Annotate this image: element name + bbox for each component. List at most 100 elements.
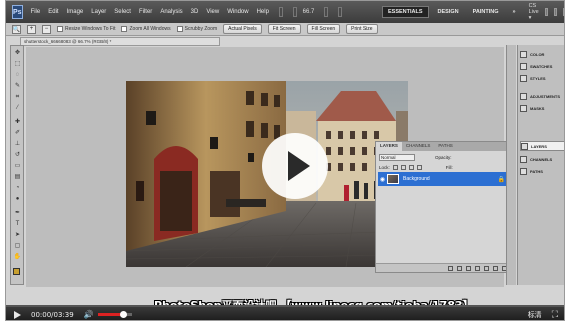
lasso-tool-icon[interactable]: ◌ xyxy=(13,71,22,79)
path-select-tool-icon[interactable]: ➤ xyxy=(13,231,22,239)
brush-tool-icon[interactable]: ✐ xyxy=(13,129,22,137)
healing-brush-tool-icon[interactable]: ✚ xyxy=(13,118,22,126)
blend-row: Normal Opacity: xyxy=(379,153,508,162)
mini-bridge-button[interactable] xyxy=(292,7,297,17)
workspace-design[interactable]: DESIGN xyxy=(433,7,464,17)
dock-item-styles[interactable]: STYLES xyxy=(520,73,564,83)
shape-tool-icon[interactable]: ▢ xyxy=(13,242,22,250)
dodge-tool-icon[interactable]: ● xyxy=(13,195,22,203)
blend-mode-select[interactable]: Normal xyxy=(379,154,415,161)
dock-item-masks[interactable]: MASKS xyxy=(520,103,564,113)
crop-tool-icon[interactable]: ⌗ xyxy=(13,93,22,101)
resize-windows-checkbox[interactable] xyxy=(57,26,63,32)
fullscreen-icon[interactable]: ⛶ xyxy=(552,309,558,320)
volume-slider[interactable] xyxy=(97,311,132,318)
dock-label: STYLES xyxy=(530,75,546,81)
fill-screen-button[interactable]: Fill Screen xyxy=(306,24,341,34)
lock-all-icon[interactable] xyxy=(416,164,422,170)
menu-3d[interactable]: 3D xyxy=(191,9,199,15)
tab-paths[interactable]: PATHS xyxy=(434,142,456,151)
minimize-button[interactable] xyxy=(544,8,548,16)
actual-pixels-button[interactable]: Actual Pixels xyxy=(223,24,262,34)
menu-image[interactable]: Image xyxy=(67,9,84,15)
styles-icon xyxy=(520,74,527,82)
bridge-button[interactable] xyxy=(278,7,283,17)
adjustment-layer-icon[interactable] xyxy=(475,265,480,271)
video-play-button[interactable] xyxy=(262,133,328,199)
play-icon xyxy=(288,151,310,181)
workspace-painting[interactable]: PAINTING xyxy=(468,7,504,17)
move-tool-icon[interactable]: ✥ xyxy=(13,49,22,57)
zoom-all-windows-checkbox[interactable] xyxy=(121,26,128,32)
maximize-button[interactable] xyxy=(553,8,557,16)
screen-mode-button[interactable] xyxy=(338,7,342,17)
close-button[interactable] xyxy=(562,8,564,16)
print-size-button[interactable]: Print Size xyxy=(346,24,378,34)
volume-knob[interactable] xyxy=(119,311,127,318)
volume-icon[interactable]: 🔊 xyxy=(84,310,94,319)
menu-layer[interactable]: Layer xyxy=(91,9,106,15)
dock-label: MASKS xyxy=(530,105,545,111)
visibility-eye-icon[interactable]: ◉ xyxy=(378,176,387,183)
dock-item-channels[interactable]: CHANNELS xyxy=(520,154,564,164)
lock-position-icon[interactable] xyxy=(408,164,414,170)
play-button[interactable] xyxy=(14,310,21,319)
layer-mask-icon[interactable] xyxy=(466,265,471,271)
menu-help[interactable]: Help xyxy=(257,9,269,15)
menu-file[interactable]: File xyxy=(31,9,41,15)
lock-image-icon[interactable] xyxy=(400,164,406,170)
history-brush-tool-icon[interactable]: ↺ xyxy=(13,151,22,159)
arrange-documents-button[interactable] xyxy=(324,7,329,17)
gradient-tool-icon[interactable]: ▤ xyxy=(13,173,22,181)
more-workspaces-button[interactable]: » xyxy=(508,7,521,17)
new-layer-icon[interactable] xyxy=(493,265,498,271)
eraser-tool-icon[interactable]: ▭ xyxy=(13,162,22,170)
layer-row-background[interactable]: ◉ Background 🔒 xyxy=(378,172,509,186)
fit-screen-button[interactable]: Fit Screen xyxy=(267,24,301,34)
dock-label: SWATCHES xyxy=(530,63,553,69)
scrubby-zoom-checkbox[interactable] xyxy=(176,26,183,32)
marquee-tool-icon[interactable]: ⬚ xyxy=(13,60,22,68)
menu-select[interactable]: Select xyxy=(114,9,131,15)
dock-item-layers[interactable]: LAYERS xyxy=(520,141,564,151)
pen-tool-icon[interactable]: ✒ xyxy=(13,209,22,217)
dock-label: PATHS xyxy=(530,168,543,174)
menu-filter[interactable]: Filter xyxy=(139,9,152,15)
clone-stamp-tool-icon[interactable]: ⊥ xyxy=(13,140,22,148)
link-layers-icon[interactable] xyxy=(448,265,453,271)
tab-channels[interactable]: CHANNELS xyxy=(402,142,435,151)
menu-edit[interactable]: Edit xyxy=(48,9,58,15)
dock-item-paths[interactable]: PATHS xyxy=(520,166,564,176)
swatches-icon xyxy=(520,62,527,70)
tab-layers[interactable]: LAYERS xyxy=(376,142,402,151)
quality-button[interactable]: 标清 xyxy=(528,310,542,320)
foreground-color-swatch[interactable] xyxy=(13,268,20,275)
menu-window[interactable]: Window xyxy=(227,9,248,15)
zoom-out-icon[interactable]: − xyxy=(42,24,51,34)
dock-item-swatches[interactable]: SWATCHES xyxy=(520,61,564,71)
layer-style-icon[interactable] xyxy=(457,265,462,271)
hand-tool-icon[interactable]: ✋ xyxy=(13,253,22,261)
zoom-level[interactable]: 66.7 xyxy=(303,9,315,15)
dock-item-adjustments[interactable]: ADJUSTMENTS xyxy=(520,91,564,101)
zoom-tool-icon[interactable]: 🔍 xyxy=(12,24,21,34)
panel-dock: COLOR SWATCHES STYLES ADJUSTMENTS MASKS … xyxy=(517,45,564,285)
eyedropper-tool-icon[interactable]: ⁄ xyxy=(13,104,22,112)
menu-analysis[interactable]: Analysis xyxy=(160,9,182,15)
document-tab[interactable]: shutterstock_66668083 @ 66.7% (RGB/8) * xyxy=(20,37,220,46)
new-group-icon[interactable] xyxy=(484,265,489,271)
dock-item-color[interactable]: COLOR xyxy=(520,49,564,59)
color-icon xyxy=(520,50,527,58)
cs-live-button[interactable]: CS Live ▾ xyxy=(529,3,539,21)
quick-select-tool-icon[interactable]: ✎ xyxy=(13,82,22,90)
type-tool-icon[interactable]: T xyxy=(13,220,22,228)
blur-tool-icon[interactable]: ◔ xyxy=(13,184,22,192)
zoom-in-icon[interactable]: + xyxy=(27,24,36,34)
channels-icon xyxy=(520,155,527,163)
menu-view[interactable]: View xyxy=(206,9,219,15)
lock-row: Lock: Fill: xyxy=(379,163,508,171)
lock-transparent-icon[interactable] xyxy=(392,164,398,170)
options-bar: 🔍 + − Resize Windows To Fit Zoom All Win… xyxy=(6,23,564,36)
layers-icon xyxy=(521,142,528,150)
workspace-essentials[interactable]: ESSENTIALS xyxy=(381,6,429,18)
